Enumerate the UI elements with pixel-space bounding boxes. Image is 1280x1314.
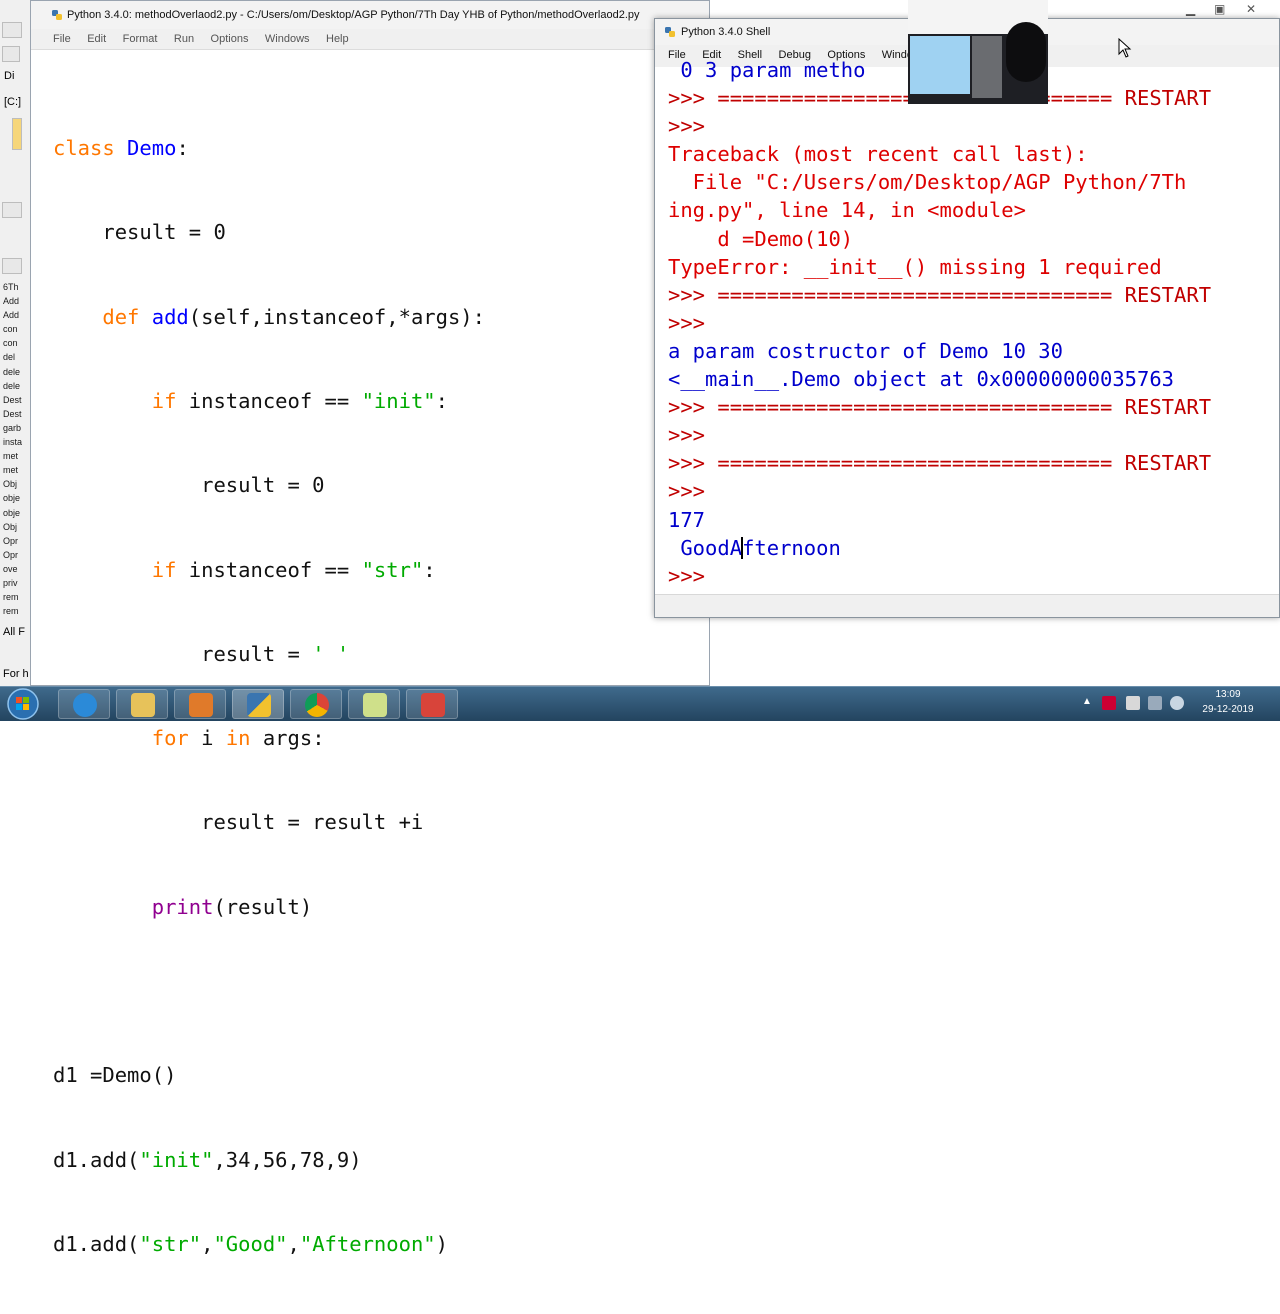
menu-run[interactable]: Run [174,33,194,45]
window-controls: ▁ ▣ ✕ [1180,0,1280,18]
shell-title: Python 3.4.0 Shell [681,26,771,38]
taskbar-chrome[interactable] [290,689,342,719]
code-line: for i in args: [151,726,325,751]
editor-window: Python 3.4.0: methodOverlaod2.py - C:/Us… [30,0,710,1256]
editor-menubar: File Edit Format Run Options Windows Hel… [31,29,709,50]
python-icon [52,10,62,20]
tray-flag-icon[interactable] [1102,696,1116,710]
tray-network-icon[interactable] [1148,696,1162,710]
shell-output-text: fternoon [742,535,841,560]
maximize-icon[interactable]: ▣ [1214,2,1225,16]
shell-line: >>> ================================ RES… [668,451,1212,476]
code-line: if instanceof == "init": [151,389,448,414]
start-button-icon[interactable] [4,687,42,721]
taskbar-notes[interactable] [348,689,400,719]
shell-line: Traceback (most recent call last): [668,142,1088,167]
clock-time[interactable]: 13:09 [1206,689,1250,700]
python-icon [247,693,271,717]
shell-output[interactable]: 0 3 param metho>>> =====================… [668,56,1211,590]
shell-prompt[interactable]: >>> [668,562,1211,590]
collapse-button[interactable] [2,258,22,274]
taskbar-ie[interactable] [58,689,110,719]
shell-line: ing.py", line 14, in <module> [668,198,1026,223]
code-line: result = 0 [53,473,325,498]
shell-line: >>> [668,114,706,139]
toolbar-icon[interactable] [2,22,22,38]
menu-edit[interactable]: Edit [87,33,106,45]
video-screen [910,36,970,94]
menu-file[interactable]: File [53,33,71,45]
code-line: print(result) [151,894,313,919]
shell-window: Python 3.4.0 Shell File Edit Shell Debug… [654,18,1280,618]
taskbar-python[interactable] [232,689,284,719]
video-panel [972,36,1002,98]
video-person [1006,22,1046,82]
shell-statusbar [655,594,1279,617]
close-icon[interactable]: ✕ [1246,2,1256,16]
mouse-cursor-icon [1118,38,1132,58]
shell-line: 177 [668,507,706,532]
shell-line: GoodAfternoon [668,534,1211,562]
code-line: class Demo: [53,136,189,161]
app-icon [421,693,445,717]
minimize-icon[interactable]: ▁ [1186,2,1195,16]
shell-line: <__main__.Demo object at 0x0000000003576… [668,367,1175,392]
tray-volume-icon[interactable] [1170,696,1184,710]
shell-line: a param costructor of Demo 10 30 [668,338,1063,363]
clock-date[interactable]: 29-12-2019 [1200,704,1256,715]
code-line: def add(self,instanceof,*args): [102,304,485,329]
tray-battery-icon[interactable] [1126,696,1140,710]
toolbar-icon[interactable] [2,46,20,62]
menu-options[interactable]: Options [211,33,249,45]
folder-icon [131,693,155,717]
chrome-icon [305,693,329,717]
editor-titlebar[interactable]: Python 3.4.0: methodOverlaod2.py - C:/Us… [31,1,709,30]
menu-help[interactable]: Help [326,33,349,45]
taskbar-app[interactable] [406,689,458,719]
shell-line: >>> [668,423,706,448]
scroll-box[interactable] [2,202,22,218]
taskbar: ▲ 13:09 29-12-2019 [0,686,1280,721]
code-line: result = ' ' [53,641,350,666]
sticky-notes-icon [363,693,387,717]
code-line: result = 0 [53,220,226,245]
taskbar-explorer[interactable] [116,689,168,719]
python-icon [665,27,675,37]
tray-up-arrow-icon[interactable]: ▲ [1082,696,1096,710]
shell-line: >>> [668,479,706,504]
menu-format[interactable]: Format [123,33,158,45]
media-player-icon [189,693,213,717]
code-line: d1.add("str","Good","Afternoon") [53,1231,448,1256]
all-files-label[interactable]: All F [3,626,25,638]
shell-line: >>> ================================ RES… [668,282,1212,307]
code-line: d1 =Demo() [53,1063,177,1088]
shell-line: d =Demo(10) [668,226,854,251]
taskbar-media[interactable] [174,689,226,719]
code-line: result = result +i [53,810,424,835]
shell-line: >>> ================================ RES… [668,395,1212,420]
shell-line: >>> [668,310,706,335]
shell-output-text: GoodA [668,535,743,560]
editor-title: Python 3.4.0: methodOverlaod2.py - C:/Us… [67,9,640,21]
menu-windows[interactable]: Windows [265,33,310,45]
webcam-overlay [908,0,1048,104]
help-label: For h [3,668,29,680]
internet-explorer-icon [73,693,97,717]
shell-line: File "C:/Users/om/Desktop/AGP Python/7Th [668,170,1187,195]
shell-line: TypeError: __init__() missing 1 required [668,254,1162,279]
folder-icon [12,118,22,150]
code-line: d1.add("init",34,56,78,9) [53,1147,362,1172]
code-line: if instanceof == "str": [151,557,436,582]
drive-path: [C:] [4,96,22,108]
drive-label: Di [4,70,15,82]
